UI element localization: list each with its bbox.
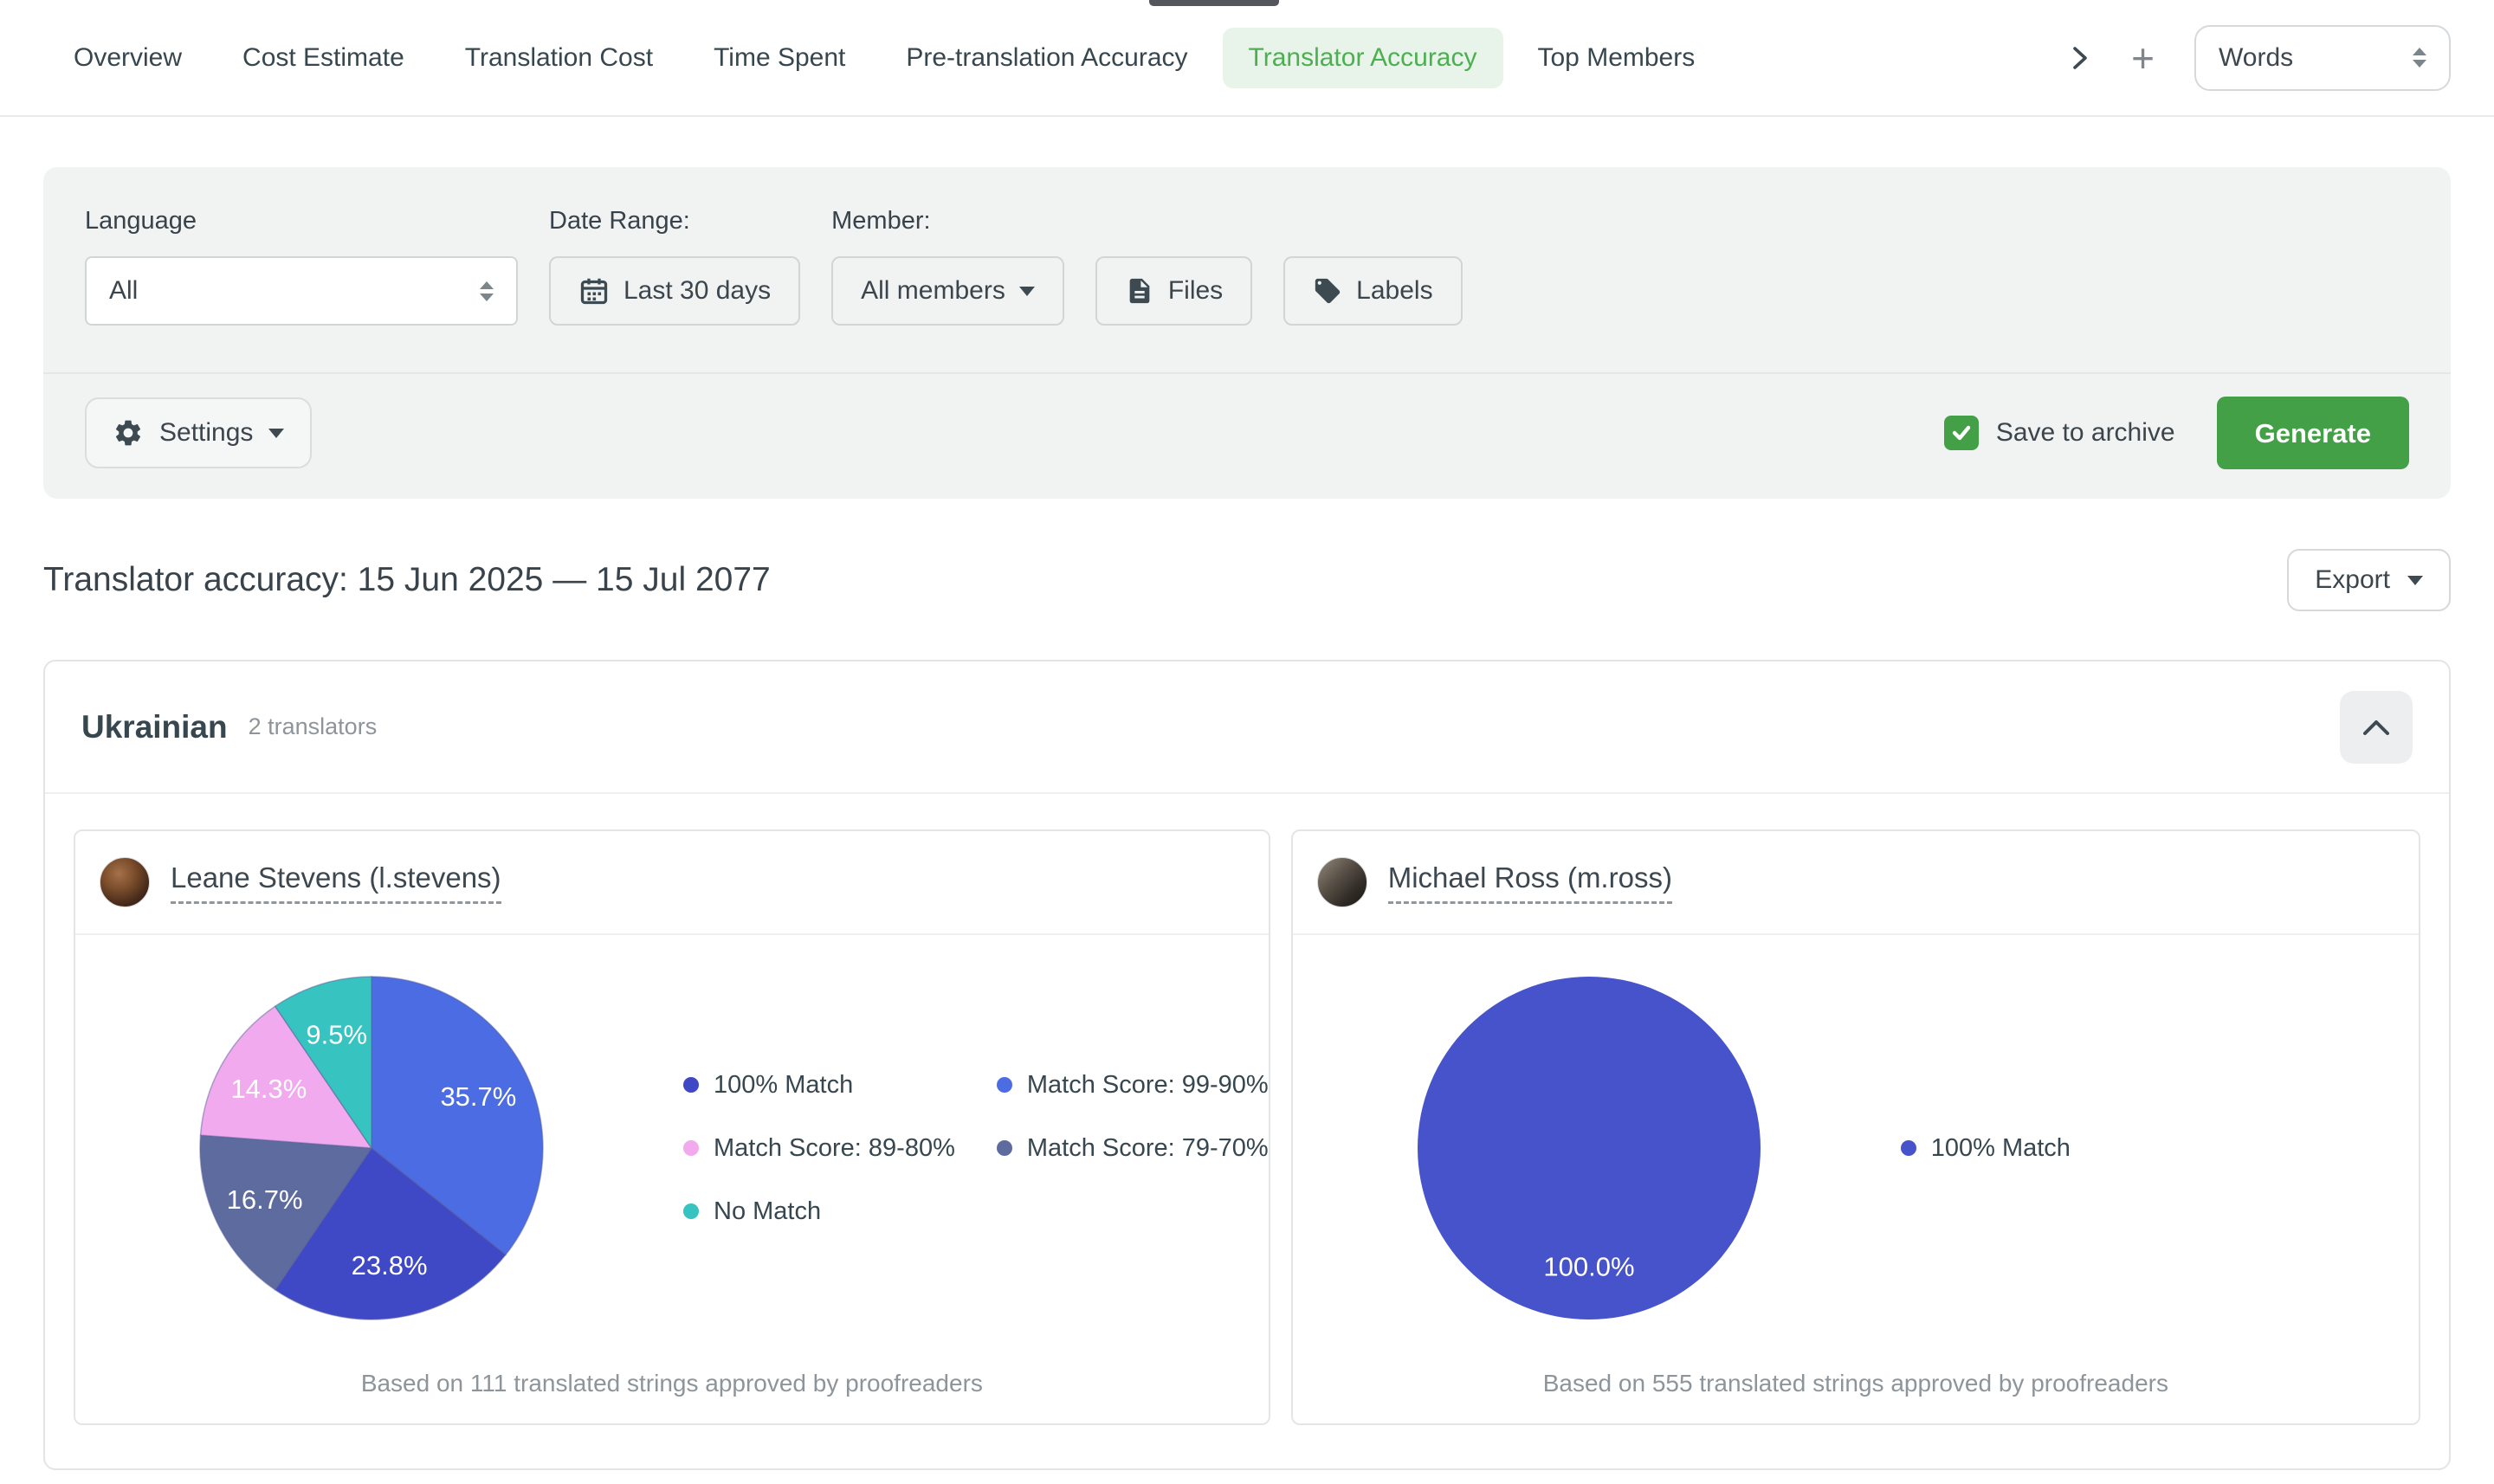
tabs-scroll-right-button[interactable] <box>2069 45 2091 71</box>
unit-select[interactable]: Words <box>2194 25 2451 91</box>
legend-label: Match Score: 79-70% <box>1027 1134 1269 1163</box>
avatar <box>100 857 150 907</box>
language-select-value: All <box>109 276 138 306</box>
pie-slice-value-label: 9.5% <box>306 1020 367 1050</box>
labels-filter-button[interactable]: Labels <box>1283 256 1462 326</box>
accuracy-pie-chart: 35.7% 23.8% 16.7% 14.3% 9.5% <box>198 975 545 1321</box>
save-to-archive-checkbox[interactable]: Save to archive <box>1944 416 2175 450</box>
caret-down-icon <box>1019 287 1035 296</box>
file-icon <box>1125 276 1154 306</box>
pie-slice-value-label: 23.8% <box>352 1250 428 1281</box>
legend-dot <box>997 1077 1012 1093</box>
tab-top-members[interactable]: Top Members <box>1512 28 1722 88</box>
legend-label: 100% Match <box>1931 1134 2071 1163</box>
pie-slice-value-label: 14.3% <box>230 1074 307 1104</box>
legend-item[interactable]: Match Score: 89-80% <box>683 1134 955 1163</box>
chevron-up-icon <box>2362 718 2391 737</box>
translator-name-link[interactable]: Leane Stevens (l.stevens) <box>171 861 501 904</box>
caret-down-icon <box>268 429 284 438</box>
files-filter-label: Files <box>1168 276 1223 306</box>
member-select-button[interactable]: All members <box>831 256 1064 326</box>
pie-legend: 100% Match <box>1901 1134 2071 1163</box>
legend-dot <box>997 1140 1012 1156</box>
tag-icon <box>1313 276 1342 306</box>
pie-slice-value-label: 16.7% <box>227 1184 303 1215</box>
pie-slice-value-label: 100.0% <box>1543 1252 1634 1282</box>
language-section-ukrainian: Ukrainian 2 translators Leane Stevens (l… <box>43 660 2451 1470</box>
report-tabs: Overview Cost Estimate Translation Cost … <box>0 0 2494 117</box>
legend-item[interactable]: Match Score: 79-70% <box>997 1134 1269 1163</box>
tab-translation-cost[interactable]: Translation Cost <box>439 28 679 88</box>
settings-button[interactable]: Settings <box>85 397 312 468</box>
export-label: Export <box>2315 565 2390 595</box>
labels-filter-label: Labels <box>1356 276 1432 306</box>
translator-card: Michael Ross (m.ross) 100.0% 100% Match … <box>1291 829 2420 1425</box>
legend-item[interactable]: Match Score: 99-90% <box>997 1071 1269 1100</box>
unit-select-value: Words <box>2219 43 2293 73</box>
sort-arrows-icon <box>2413 48 2426 68</box>
chevron-right-icon <box>2069 45 2091 71</box>
page-title: Translator accuracy: 15 Jun 2025 — 15 Ju… <box>43 561 771 599</box>
legend-label: 100% Match <box>714 1071 853 1100</box>
translators-count: 2 translators <box>249 713 378 740</box>
pie-slice-value-label: 35.7% <box>440 1081 516 1112</box>
collapse-section-button[interactable] <box>2340 691 2413 764</box>
legend-label: Match Score: 89-80% <box>714 1134 955 1163</box>
legend-item[interactable]: 100% Match <box>1901 1134 2071 1163</box>
legend-item[interactable]: No Match <box>683 1197 955 1226</box>
tab-cost-estimate[interactable]: Cost Estimate <box>216 28 430 88</box>
export-button[interactable]: Export <box>2287 549 2451 611</box>
member-select-value: All members <box>861 276 1005 306</box>
add-report-button[interactable]: + <box>2131 38 2155 78</box>
settings-label: Settings <box>159 418 253 448</box>
files-filter-button[interactable]: Files <box>1095 256 1252 326</box>
language-label: Language <box>85 207 518 236</box>
tab-time-spent[interactable]: Time Spent <box>688 28 871 88</box>
checkbox-checked <box>1944 416 1979 450</box>
legend-dot <box>683 1077 699 1093</box>
calendar-icon <box>578 275 610 306</box>
date-range-label: Date Range: <box>549 207 800 236</box>
legend-label: No Match <box>714 1197 821 1226</box>
generate-button[interactable]: Generate <box>2217 397 2409 469</box>
member-label: Member: <box>831 207 1462 236</box>
language-select[interactable]: All <box>85 256 518 326</box>
language-name: Ukrainian <box>81 709 228 745</box>
legend-dot <box>683 1203 699 1219</box>
chart-footnote: Based on 111 translated strings approved… <box>75 1370 1269 1423</box>
date-range-value: Last 30 days <box>624 276 771 306</box>
accuracy-pie-chart: 100.0% <box>1416 975 1762 1321</box>
avatar <box>1317 857 1367 907</box>
legend-label: Match Score: 99-90% <box>1027 1071 1269 1100</box>
report-filters-panel: Language All Date Range: Last 30 days Me… <box>43 167 2451 499</box>
tab-translator-accuracy[interactable]: Translator Accuracy <box>1223 28 1503 88</box>
caret-down-icon <box>2407 576 2423 585</box>
save-to-archive-label: Save to archive <box>1996 418 2175 448</box>
check-icon <box>1951 423 1972 443</box>
translator-card: Leane Stevens (l.stevens) 35.7% 23.8% 16.7… <box>74 829 1270 1425</box>
top-notch-bar <box>1149 0 1279 6</box>
chart-footnote: Based on 555 translated strings approved… <box>1293 1370 2419 1423</box>
legend-dot <box>1901 1140 1916 1156</box>
translator-name-link[interactable]: Michael Ross (m.ross) <box>1388 861 1672 904</box>
tab-overview[interactable]: Overview <box>48 28 208 88</box>
gear-icon <box>113 417 144 448</box>
legend-item[interactable]: 100% Match <box>683 1071 955 1100</box>
sort-arrows-icon <box>480 281 494 301</box>
date-range-button[interactable]: Last 30 days <box>549 256 800 326</box>
tab-pre-translation-accuracy[interactable]: Pre-translation Accuracy <box>880 28 1213 88</box>
pie-legend: 100% Match Match Score: 99-90% Match Sco… <box>683 1071 1269 1226</box>
legend-dot <box>683 1140 699 1156</box>
